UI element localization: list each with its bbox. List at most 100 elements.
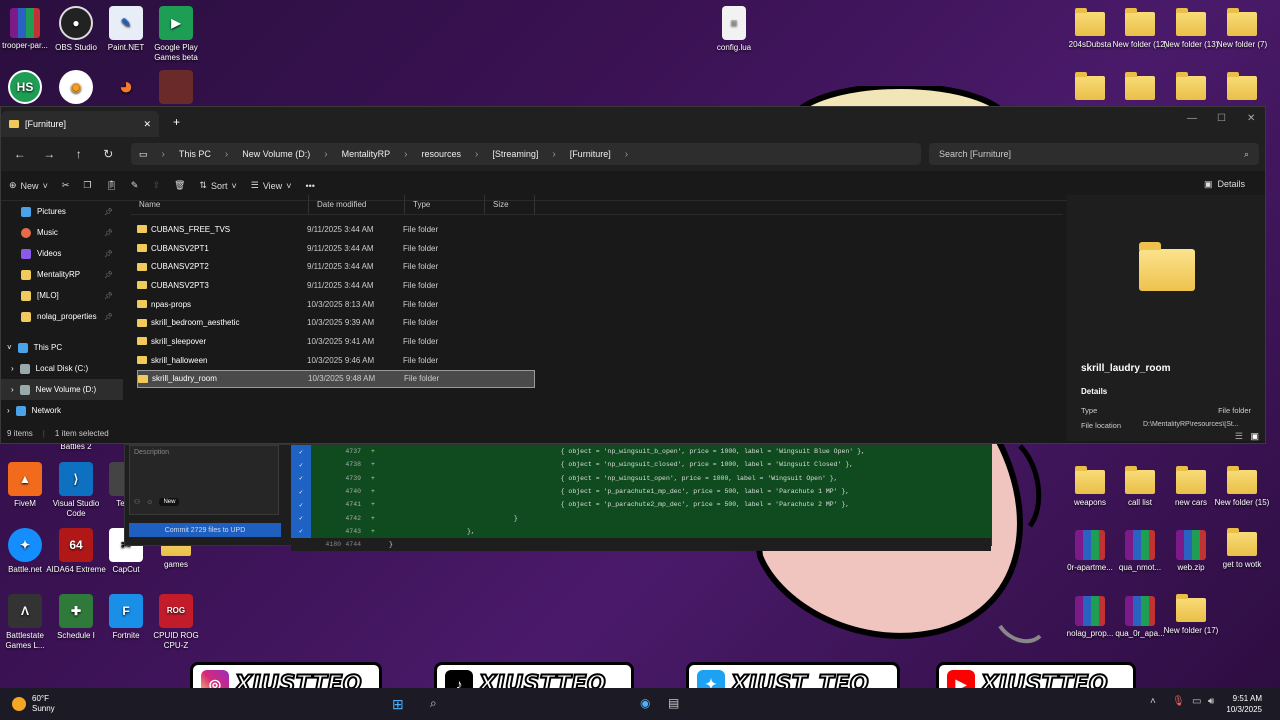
desktop-icon-folder-r2-4[interactable] xyxy=(1210,72,1274,104)
checkmark-icon[interactable]: ✓ xyxy=(291,524,311,539)
sidebar-item-music[interactable]: Music 📌︎ xyxy=(1,222,123,243)
add-coauthor-icon[interactable]: ⚇ xyxy=(134,498,140,506)
volume-icon[interactable]: 🔊︎ xyxy=(1208,696,1214,707)
file-row[interactable]: skrill_halloween 10/3/2025 9:46 AM File fo… xyxy=(137,351,535,370)
checkmark-icon[interactable]: ✓ xyxy=(291,458,311,472)
desktop-icon-game[interactable] xyxy=(144,70,208,107)
column-header-date[interactable]: Date modified xyxy=(309,195,405,214)
sidebar-item-new-volume-d[interactable]: › New Volume (D:) xyxy=(1,379,123,400)
copilot-icon[interactable]: ☺ xyxy=(146,499,153,506)
file-row[interactable]: CUBANS_FREE_TVS 9/11/2025 3:44 AM File fol… xyxy=(137,220,535,239)
desktop-icon-new-folder-17[interactable]: New folder (17) xyxy=(1159,594,1223,636)
search-icon[interactable]: ⌕ xyxy=(430,696,437,711)
address-bar[interactable]: ▭ › This PC › New Volume (D:) › Mentalit… xyxy=(131,143,921,165)
minimize-button[interactable]: — xyxy=(1187,113,1197,124)
checkmark-icon[interactable]: ✓ xyxy=(291,471,311,485)
commit-description-field[interactable]: Description ⚇ ☺ New xyxy=(129,445,279,515)
obs-icon: ● xyxy=(59,6,93,40)
breadcrumb-this-pc[interactable]: This PC xyxy=(179,149,211,159)
details-view-icon[interactable]: ☰ xyxy=(1235,431,1243,442)
windows-start-icon[interactable]: ⊞ xyxy=(392,696,404,713)
sidebar-item-videos[interactable]: Videos 📌︎ xyxy=(1,243,123,264)
microphone-icon[interactable]: 🎙︎ xyxy=(1172,696,1185,707)
details-pane-icon: ▣ xyxy=(1203,179,1213,189)
file-row[interactable]: npas-props 10/3/2025 8:13 AM File folder xyxy=(137,295,535,314)
breadcrumb-new-volume[interactable]: New Volume (D:) xyxy=(242,149,310,159)
diff-line: ✓ 4738 + { object = 'np_wingsuit_closed', … xyxy=(291,458,991,472)
back-button[interactable]: ← xyxy=(7,147,33,161)
file-row[interactable]: skrill_bedroom_aesthetic 10/3/2025 9:39 A… xyxy=(137,313,535,332)
commit-button[interactable]: Commit 2729 files to UPD xyxy=(129,523,281,537)
file-row[interactable]: CUBANSV2PT3 9/11/2025 3:44 AM File folder xyxy=(137,276,535,295)
column-header-type[interactable]: Type xyxy=(405,195,485,214)
chevron-up-icon[interactable]: ˄ xyxy=(1150,696,1156,707)
breadcrumb-mentalityrp[interactable]: MentalityRP xyxy=(342,149,391,159)
checkmark-icon[interactable]: ✓ xyxy=(291,445,311,459)
desktop-icon-google-play-games[interactable]: ▶ Google Play Games beta xyxy=(144,6,208,63)
sidebar-item-pictures[interactable]: Pictures 📌︎ xyxy=(1,201,123,222)
view-button[interactable]: ☰ View ˅ xyxy=(251,180,292,191)
tiles-view-icon[interactable]: ▣ xyxy=(1250,431,1259,442)
details-pane-button[interactable]: ▣ Details xyxy=(1204,179,1245,190)
maximize-button[interactable]: ☐ xyxy=(1217,113,1226,124)
column-header-size[interactable]: Size xyxy=(485,195,535,214)
sidebar-item-nolag-properties[interactable]: nolag_properties 📌︎ xyxy=(1,306,123,327)
drive-icon xyxy=(19,363,30,374)
sidebar-item-mlo[interactable]: [MLO] 📌︎ xyxy=(1,285,123,306)
file-row[interactable]: CUBANSV2PT2 9/11/2025 3:44 AM File folder xyxy=(137,257,535,276)
desktop-icon-get-to-wotk[interactable]: get to wotk xyxy=(1210,528,1274,570)
delete-icon[interactable]: 🗑︎ xyxy=(174,180,185,191)
forward-button[interactable]: → xyxy=(37,147,63,161)
sort-button[interactable]: ⇅ Sort ˅ xyxy=(199,180,236,191)
app-icon[interactable]: ◉ xyxy=(640,696,650,710)
diff-line: ✓ 4740 + { object = 'p_parachute1_mp_dec',… xyxy=(291,484,991,499)
sidebar-item-this-pc[interactable]: ˅ This PC xyxy=(1,337,123,358)
sidebar-item-local-disk-c[interactable]: › Local Disk (C:) xyxy=(1,358,123,379)
file-row-selected[interactable]: skrill_laudry_room 10/3/2025 9:48 AM File … xyxy=(137,369,535,389)
share-icon[interactable]: ⇪ xyxy=(152,180,160,191)
breadcrumb-furniture[interactable]: [Furniture] xyxy=(570,149,611,159)
copy-icon[interactable]: ❐ xyxy=(83,180,91,191)
battlenet-icon: ✦ xyxy=(8,528,42,562)
diff-line: ✓ 4741 + { object = 'p_parachute2_mp_dec',… xyxy=(291,498,991,512)
diff-line: ✓ 4742 + } xyxy=(291,511,991,525)
more-options-icon[interactable]: ••• xyxy=(305,181,314,191)
search-input[interactable]: Search [Furniture] ⌕ xyxy=(929,143,1259,165)
up-button[interactable]: ↑ xyxy=(66,147,92,161)
close-tab-icon[interactable]: ✕ xyxy=(143,119,151,130)
new-button[interactable]: ⊕ New ˅ xyxy=(9,180,48,191)
address-row: ← → ↑ ↻ ▭ › This PC › New Volume (D:) › … xyxy=(1,137,1265,171)
explorer-tab[interactable]: [Furniture] ✕ xyxy=(1,111,159,137)
sidebar-item-network[interactable]: › Network xyxy=(1,400,123,421)
column-header-name[interactable]: Name xyxy=(131,195,309,214)
videos-icon xyxy=(21,248,31,259)
folder-icon xyxy=(138,374,148,383)
refresh-button[interactable]: ↻ xyxy=(96,147,122,161)
checkmark-icon[interactable]: ✓ xyxy=(291,511,311,525)
clock[interactable]: 9:51 AM 10/3/2025 xyxy=(1222,693,1262,715)
schedule1-icon: ✚ xyxy=(59,594,93,628)
network-icon[interactable]: ▭ xyxy=(1192,696,1201,707)
file-row[interactable]: CUBANSV2PT1 9/11/2025 3:44 AM File folder xyxy=(137,239,535,258)
weather-widget[interactable]: 60°F Sunny xyxy=(12,694,55,714)
file-row[interactable]: skrill_sleepover 10/3/2025 9:41 AM File fo… xyxy=(137,332,535,351)
new-tab-button[interactable]: + xyxy=(173,115,180,129)
paste-icon[interactable]: 📋︎ xyxy=(105,180,116,191)
sidebar-item-mentalityrp[interactable]: MentalityRP 📌︎ xyxy=(1,264,123,285)
breadcrumb-streaming[interactable]: [Streaming] xyxy=(492,149,538,159)
pin-icon: 📌︎ xyxy=(104,229,113,237)
cut-icon[interactable]: ✂ xyxy=(62,180,70,191)
desktop-icon-config-lua[interactable]: ≡ config.lua xyxy=(702,6,766,53)
desktop-icon-new-folder-7[interactable]: New folder (7) xyxy=(1210,8,1274,50)
close-window-button[interactable]: ✕ xyxy=(1247,113,1255,124)
terminal-icon[interactable]: ▤ xyxy=(668,696,679,710)
rename-icon[interactable]: ✎ xyxy=(131,180,139,191)
desktop-icon-new-folder-15[interactable]: New folder (15) xyxy=(1210,466,1274,508)
folder-icon xyxy=(137,281,147,290)
aida64-icon: 64 xyxy=(59,528,93,562)
desktop-icon-cpuz[interactable]: ROG CPUID ROG CPU-Z xyxy=(144,594,208,651)
checkmark-icon[interactable]: ✓ xyxy=(291,498,311,512)
breadcrumb-resources[interactable]: resources xyxy=(421,149,461,159)
taskbar: 60°F Sunny ⊞ ⌕ ◉ ▤ ˄ 🎙︎ ▭ 🔊︎ 9:51 AM 10/… xyxy=(0,688,1280,720)
checkmark-icon[interactable]: ✓ xyxy=(291,484,311,499)
